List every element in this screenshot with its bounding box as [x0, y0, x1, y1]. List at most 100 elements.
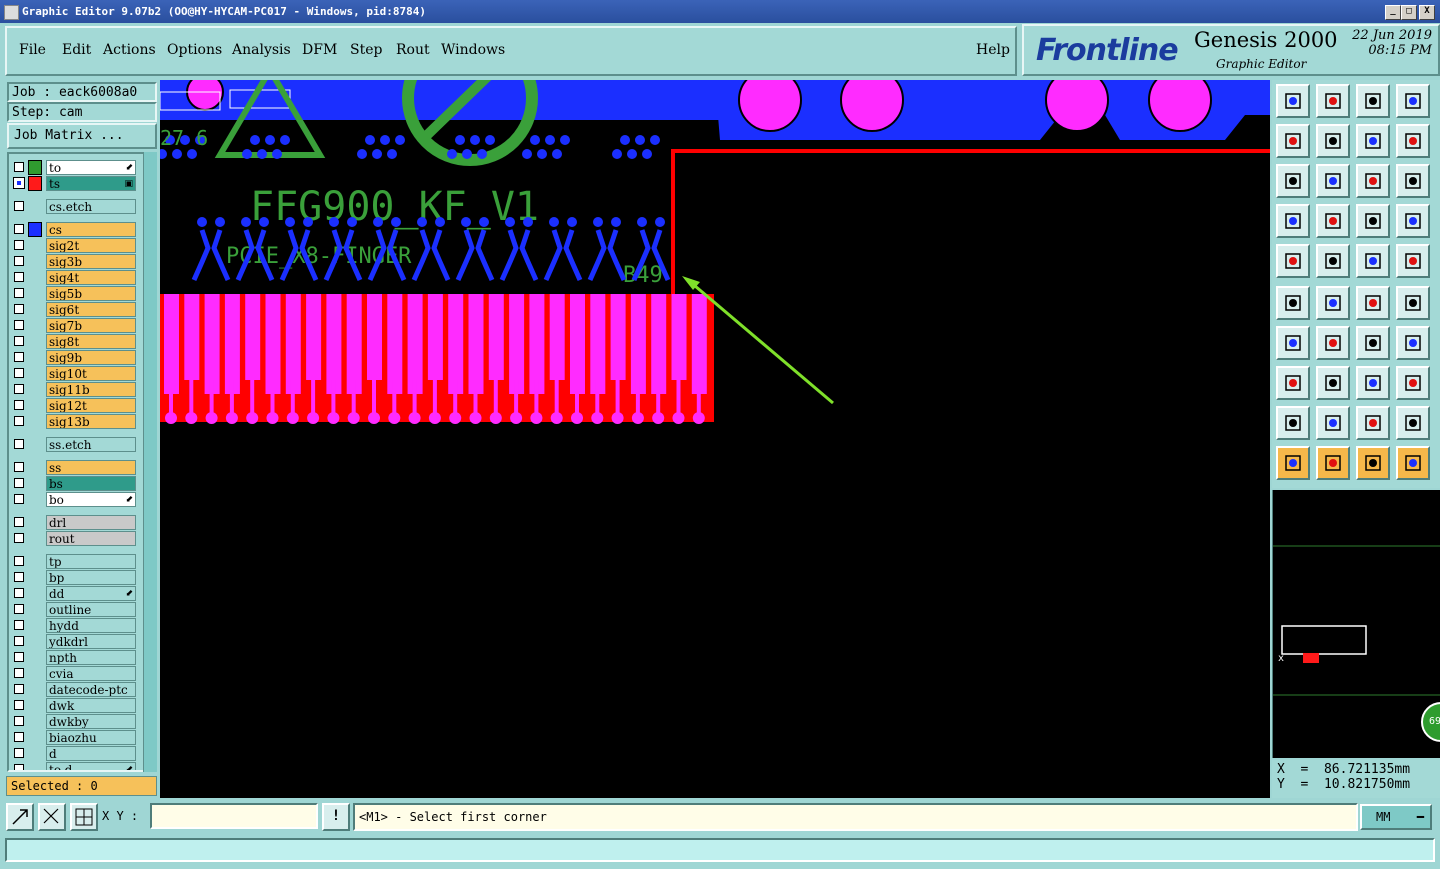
layer-name[interactable]: datecode-ptc — [46, 682, 136, 697]
layer-feature-icon[interactable] — [1356, 204, 1390, 238]
layer-name[interactable]: dd ⬋ — [46, 586, 136, 601]
layer-checkbox[interactable] — [14, 272, 24, 282]
layer-checkbox[interactable] — [14, 604, 24, 614]
layer-name[interactable]: sig13b — [46, 414, 136, 429]
layer-checkbox[interactable] — [14, 288, 24, 298]
overview-viewport[interactable] — [1281, 625, 1367, 655]
layer-checkbox[interactable] — [14, 732, 24, 742]
layer-checkbox[interactable] — [14, 764, 24, 770]
layer-row-sig8t[interactable]: sig8t — [12, 334, 136, 349]
layer-checkbox[interactable] — [14, 494, 24, 504]
layer-checkbox[interactable] — [14, 320, 24, 330]
layer-checkbox[interactable] — [14, 368, 24, 378]
layer-color-swatch[interactable] — [28, 554, 42, 569]
layer-color-swatch[interactable] — [28, 492, 42, 507]
layer-color-swatch[interactable] — [28, 618, 42, 633]
layer-name[interactable]: to.d ⬋ — [46, 762, 136, 770]
layer-color-swatch[interactable] — [28, 286, 42, 301]
layer-row-ts[interactable]: ts ▣ — [12, 176, 136, 191]
layer-row-bo[interactable]: bo ⬋ — [12, 492, 136, 507]
layer-row-dwkby[interactable]: dwkby — [12, 714, 136, 729]
layer-checkbox[interactable] — [14, 400, 24, 410]
layer-color-swatch[interactable] — [28, 318, 42, 333]
layer-color-swatch[interactable] — [28, 634, 42, 649]
help-icon[interactable] — [1396, 164, 1430, 198]
overview-window[interactable]: x — [1272, 490, 1440, 758]
layer-color-swatch[interactable] — [28, 650, 42, 665]
menu-options[interactable]: Options — [167, 42, 222, 58]
layer-checkbox[interactable] — [14, 224, 24, 234]
angle-icon[interactable] — [1276, 326, 1310, 360]
menu-step[interactable]: Step — [350, 42, 382, 58]
layer-row-sig13b[interactable]: sig13b — [12, 414, 136, 429]
layer-name[interactable]: npth — [46, 650, 136, 665]
shape-icon[interactable] — [1316, 244, 1350, 278]
layer-checkbox[interactable] — [14, 748, 24, 758]
minimize-button[interactable]: _ — [1385, 5, 1401, 20]
layer-color-swatch[interactable] — [28, 682, 42, 697]
menu-windows[interactable]: Windows — [441, 42, 505, 58]
layer-color-swatch[interactable] — [28, 270, 42, 285]
layer-checkbox[interactable] — [14, 572, 24, 582]
layer-checkbox[interactable] — [14, 668, 24, 678]
layer-checkbox[interactable] — [14, 620, 24, 630]
layer-checkbox[interactable] — [14, 384, 24, 394]
layer-checkbox[interactable] — [14, 256, 24, 266]
layer-color-swatch[interactable] — [28, 531, 42, 546]
pad-icon[interactable] — [1276, 244, 1310, 278]
dimension-icon[interactable] — [1356, 366, 1390, 400]
layer-row-sig3b[interactable]: sig3b — [12, 254, 136, 269]
dot-icon[interactable] — [1396, 244, 1430, 278]
layer-row-sig9b[interactable]: sig9b — [12, 350, 136, 365]
select-circle-icon[interactable] — [1356, 446, 1390, 480]
layer-row-to[interactable]: to ⬋ — [12, 160, 136, 175]
layer-checkbox[interactable] — [14, 517, 24, 527]
cross-icon[interactable] — [1316, 286, 1350, 320]
group-icon[interactable] — [1396, 366, 1430, 400]
layer-name[interactable]: dwk — [46, 698, 136, 713]
layer-row-sig10t[interactable]: sig10t — [12, 366, 136, 381]
layer-row-sig11b[interactable]: sig11b — [12, 382, 136, 397]
layer-name[interactable]: sig4t — [46, 270, 136, 285]
layer-row-npth[interactable]: npth — [12, 650, 136, 665]
layer-checkbox[interactable] — [14, 336, 24, 346]
layer-name[interactable]: biaozhu — [46, 730, 136, 745]
layer-row-ss-etch[interactable]: ss.etch — [12, 437, 136, 452]
connect-icon[interactable] — [1276, 286, 1310, 320]
layer-name[interactable]: d — [46, 746, 136, 761]
layer-row-sig7b[interactable]: sig7b — [12, 318, 136, 333]
select-path-icon[interactable] — [1396, 446, 1430, 480]
layer-row-datecode-ptc[interactable]: datecode-ptc — [12, 682, 136, 697]
layer-color-swatch[interactable] — [28, 602, 42, 617]
triangle-icon[interactable] — [1276, 406, 1310, 440]
mirror-icon[interactable] — [1356, 124, 1390, 158]
layer-row-outline[interactable]: outline — [12, 602, 136, 617]
layer-name[interactable]: bp — [46, 570, 136, 585]
layer-color-swatch[interactable] — [28, 334, 42, 349]
layer-name[interactable]: sig6t — [46, 302, 136, 317]
layer-color-swatch[interactable] — [28, 666, 42, 681]
layer-name[interactable]: rout — [46, 531, 136, 546]
grid-icon[interactable] — [1316, 204, 1350, 238]
layer-name[interactable]: sig11b — [46, 382, 136, 397]
layer-name[interactable]: sig9b — [46, 350, 136, 365]
layer-name[interactable]: cvia — [46, 666, 136, 681]
open-icon[interactable] — [1276, 84, 1310, 118]
layer-name[interactable]: cs — [46, 222, 136, 237]
layer-checkbox[interactable] — [14, 716, 24, 726]
menu-analysis[interactable]: Analysis — [232, 42, 291, 58]
fit-icon[interactable] — [1276, 164, 1310, 198]
layer-name[interactable]: to ⬋ — [46, 160, 136, 175]
layer-color-swatch[interactable] — [28, 222, 42, 237]
layer-color-swatch[interactable] — [28, 437, 42, 452]
layer-checkbox[interactable] — [14, 684, 24, 694]
layer-row-drl[interactable]: drl — [12, 515, 136, 530]
layer-checkbox[interactable] — [14, 700, 24, 710]
layer-checkbox[interactable] — [14, 201, 24, 211]
line-red-icon[interactable] — [1356, 286, 1390, 320]
menu-file[interactable]: File — [19, 42, 46, 58]
dash-icon[interactable] — [1316, 366, 1350, 400]
layer-color-swatch[interactable] — [28, 254, 42, 269]
layer-row-sig5b[interactable]: sig5b — [12, 286, 136, 301]
layer-color-swatch[interactable] — [28, 366, 42, 381]
